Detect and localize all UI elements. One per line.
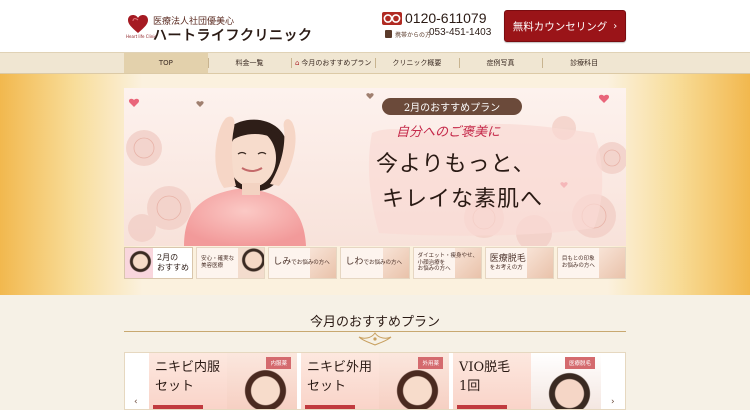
nav-item-label: 今月のおすすめプラン	[301, 59, 372, 67]
house-icon: ⌂	[294, 59, 300, 67]
global-nav: TOP 料金一覧 ⌂ 今月のおすすめプラン クリニック概要 症例写真 診療科目	[0, 52, 750, 74]
nav-item-label: 診療科目	[570, 59, 599, 67]
nav-list: TOP 料金一覧 ⌂ 今月のおすすめプラン クリニック概要 症例写真 診療科目	[124, 53, 626, 73]
plan-carousel: ‹ 内服薬 ニキビ内服 セット 外用薬 ニキビ外用 セット 医療脱毛 VIO脱毛…	[124, 352, 626, 410]
thumb-caption: 目もとの印象 お悩みの方へ	[561, 256, 595, 269]
cta-label: 無料カウンセリング	[512, 20, 608, 33]
phone-contact: 0120-611079 携帯からの方 053-451-1403	[382, 10, 494, 42]
thumb-caption: 安心・確実な 美容医療	[201, 256, 235, 269]
site-header: Heart life Clinic 医療法人社団優美心 ハートライフクリニック …	[0, 0, 750, 52]
mobile-phone-number[interactable]: 053-451-1403	[429, 27, 491, 38]
thumb-photo	[526, 248, 553, 278]
thumb-eyes[interactable]: 目もとの印象 お悩みの方へ	[556, 247, 626, 279]
nav-item-label: 料金一覧	[235, 59, 264, 67]
card-price-flag	[305, 405, 355, 409]
thumb-wrinkles[interactable]: しわでお悩みの方へ	[340, 247, 410, 279]
thumb-february-plan[interactable]: 2月の おすすめ	[124, 247, 194, 279]
card-title: ニキビ外用 セット	[307, 360, 373, 394]
nav-item-label: TOP	[158, 59, 173, 67]
nav-item-monthly-plan[interactable]: ⌂ 今月のおすすめプラン	[291, 53, 375, 73]
card-title: ニキビ内服 セット	[155, 360, 221, 394]
thumb-caption: 医療脱毛 をお考えの方	[489, 253, 526, 272]
thumb-caption: 2月の おすすめ	[157, 253, 189, 272]
plan-card[interactable]: 外用薬 ニキビ外用 セット	[301, 353, 449, 409]
main-banner[interactable]: 2月のおすすめプラン 自分へのご褒美に 今よりもっと、 キレイな素肌へ	[124, 88, 626, 246]
card-badge: 内服薬	[266, 357, 291, 369]
thumb-safe-treatment[interactable]: 安心・確実な 美容医療	[196, 247, 266, 279]
mobile-phone-icon	[385, 30, 392, 38]
banner-illustration	[124, 88, 626, 246]
chevron-right-icon[interactable]: ›	[611, 397, 615, 407]
chevron-right-icon: ›	[613, 20, 618, 32]
ornament-icon	[358, 332, 392, 346]
plan-card[interactable]: 内服薬 ニキビ内服 セット	[149, 353, 297, 409]
thumb-caption: しわでお悩みの方へ	[345, 257, 402, 268]
promo-tagline: 自分へのご褒美に	[396, 125, 501, 140]
chevron-left-icon[interactable]: ‹	[134, 397, 138, 407]
card-badge: 外用薬	[418, 357, 443, 369]
free-counseling-button[interactable]: 無料カウンセリング ›	[504, 10, 626, 42]
banner-thumbnail-strip: 2月の おすすめ 安心・確実な 美容医療 しみでお悩みの方へ しわでお悩みの方へ …	[124, 247, 626, 279]
nav-item-label: 症例写真	[486, 59, 515, 67]
promo-headline-line1: 今よりもっと、	[376, 152, 536, 177]
clinic-logo[interactable]: Heart life Clinic 医療法人社団優美心 ハートライフクリニック	[124, 12, 312, 44]
section-title: 今月のおすすめプラン	[309, 315, 440, 330]
plan-card[interactable]: 医療脱毛 VIO脱毛 1回	[453, 353, 601, 409]
promo-plan-pill: 2月のおすすめプラン	[382, 98, 522, 115]
nav-item-price-list[interactable]: 料金一覧	[207, 53, 292, 73]
nav-item-label: クリニック概要	[392, 59, 442, 67]
nav-item-clinic-overview[interactable]: クリニック概要	[375, 53, 459, 73]
clinic-name: ハートライフクリニック	[153, 28, 313, 44]
freedial-icon	[382, 12, 402, 25]
thumb-photo	[238, 248, 265, 278]
promo-headline-line2: キレイな素肌へ	[382, 187, 544, 212]
thumb-caption: ダイエット・痩身やせ、 小顔治療を お悩みの方へ	[417, 252, 479, 273]
heart-logo-icon	[128, 15, 148, 33]
thumb-caption: しみでお悩みの方へ	[273, 257, 330, 268]
nav-item-departments[interactable]: 診療科目	[542, 53, 626, 73]
card-price-flag	[457, 405, 507, 409]
phone-number[interactable]: 0120-611079	[405, 10, 486, 26]
card-price-flag	[153, 405, 203, 409]
card-badge: 医療脱毛	[564, 357, 595, 369]
nav-item-case-photos[interactable]: 症例写真	[458, 53, 543, 73]
nav-item-top[interactable]: TOP	[124, 53, 208, 73]
thumb-hair-removal[interactable]: 医療脱毛 をお考えの方	[484, 247, 554, 279]
thumb-spots[interactable]: しみでお悩みの方へ	[268, 247, 338, 279]
thumb-photo	[598, 248, 625, 278]
mobile-phone-label: 携帯からの方	[395, 32, 432, 39]
card-title: VIO脱毛 1回	[459, 360, 511, 394]
thumb-diet[interactable]: ダイエット・痩身やせ、 小顔治療を お悩みの方へ	[412, 247, 482, 279]
